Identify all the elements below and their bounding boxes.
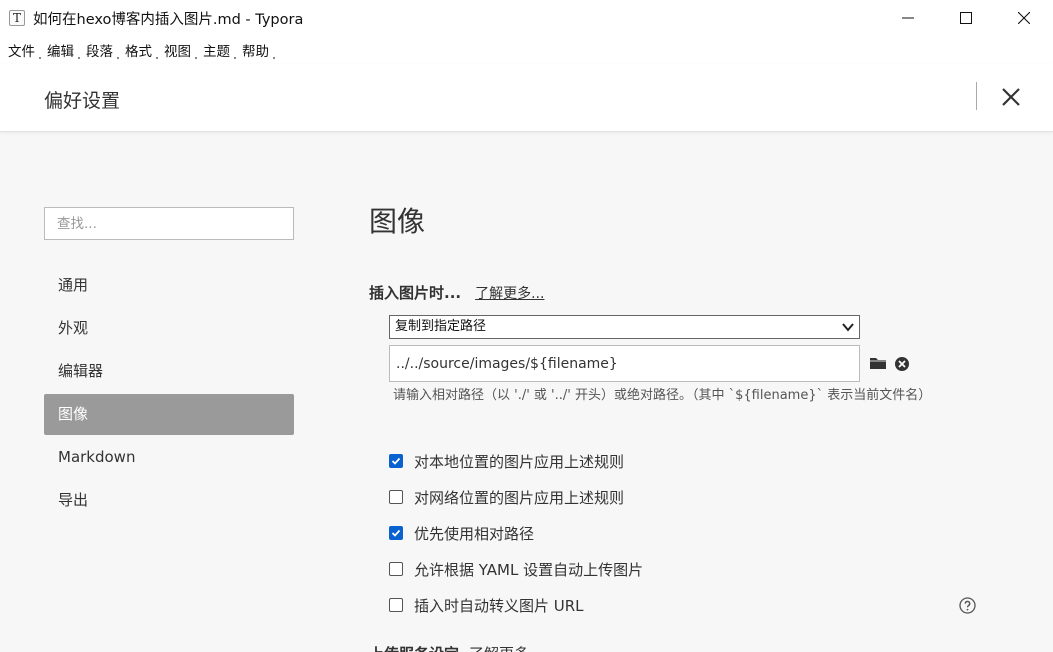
window-controls bbox=[879, 0, 1053, 36]
close-preferences-button[interactable] bbox=[996, 82, 1026, 112]
option-yaml-upload[interactable]: 允许根据 YAML 设置自动上传图片 bbox=[389, 551, 979, 587]
close-icon bbox=[1018, 12, 1030, 24]
option-escape-url[interactable]: 插入时自动转义图片 URL bbox=[389, 587, 979, 623]
menu-paragraph[interactable]: 段落 bbox=[86, 40, 119, 60]
nav-item-image[interactable]: 图像 bbox=[44, 394, 294, 435]
help-icon[interactable] bbox=[959, 597, 976, 614]
minimize-button[interactable] bbox=[879, 0, 937, 36]
learn-more-link[interactable]: 了解更多... bbox=[475, 283, 544, 303]
checkbox-unchecked[interactable] bbox=[389, 562, 403, 576]
option-relative-path[interactable]: 优先使用相对路径 bbox=[389, 515, 979, 551]
upload-service-title: 上传服务设定 bbox=[369, 643, 459, 652]
nav-item-markdown[interactable]: Markdown bbox=[44, 437, 294, 478]
image-options-list: 对本地位置的图片应用上述规则 对网络位置的图片应用上述规则 优先使用相对路径 允… bbox=[389, 443, 979, 623]
checkbox-checked[interactable] bbox=[389, 454, 403, 468]
insert-action-value: 复制到指定路径 bbox=[395, 319, 487, 334]
path-help-text: 请输入相对路径（以 './' 或 '../' 开头）或绝对路径。（其中 `${f… bbox=[393, 388, 932, 403]
option-label: 对本地位置的图片应用上述规则 bbox=[414, 452, 625, 471]
maximize-icon bbox=[960, 12, 972, 24]
nav-item-appearance[interactable]: 外观 bbox=[44, 308, 294, 349]
image-settings-panel: 图像 插入图片时... 了解更多... 复制到指定路径 请输入相对路径（以 '.… bbox=[369, 200, 989, 652]
header-divider bbox=[976, 82, 977, 110]
minimize-icon bbox=[902, 17, 914, 19]
preferences-header: 偏好设置 bbox=[0, 64, 1053, 132]
option-label: 优先使用相对路径 bbox=[414, 524, 535, 543]
title-bar: T 如何在hexo博客内插入图片.md - Typora bbox=[0, 0, 1053, 36]
folder-icon[interactable] bbox=[869, 355, 887, 371]
window-title: 如何在hexo博客内插入图片.md - Typora bbox=[33, 11, 304, 28]
upload-service-heading: 上传服务设定 了解更多 bbox=[369, 643, 529, 652]
option-local-images[interactable]: 对本地位置的图片应用上述规则 bbox=[389, 443, 979, 479]
menu-edit[interactable]: 编辑 bbox=[47, 40, 80, 60]
insert-image-row: 插入图片时... 了解更多... bbox=[369, 282, 544, 303]
upload-service-learn-more[interactable]: 了解更多 bbox=[469, 643, 529, 652]
insert-action-select[interactable]: 复制到指定路径 bbox=[389, 315, 860, 339]
nav-item-general[interactable]: 通用 bbox=[44, 265, 294, 306]
preferences-search-input[interactable] bbox=[44, 207, 294, 240]
close-window-button[interactable] bbox=[995, 0, 1053, 36]
maximize-button[interactable] bbox=[937, 0, 995, 36]
checkbox-unchecked[interactable] bbox=[389, 490, 403, 504]
checkbox-checked[interactable] bbox=[389, 526, 403, 540]
option-network-images[interactable]: 对网络位置的图片应用上述规则 bbox=[389, 479, 979, 515]
nav-item-editor[interactable]: 编辑器 bbox=[44, 351, 294, 392]
check-icon bbox=[391, 529, 401, 537]
chevron-down-icon bbox=[842, 323, 854, 332]
option-label: 对网络位置的图片应用上述规则 bbox=[414, 488, 625, 507]
menu-view[interactable]: 视图 bbox=[164, 40, 197, 60]
option-label: 插入时自动转义图片 URL bbox=[414, 596, 584, 615]
menu-file[interactable]: 文件 bbox=[8, 40, 41, 60]
preferences-nav: 通用 外观 编辑器 图像 Markdown 导出 bbox=[44, 265, 294, 523]
check-icon bbox=[391, 457, 401, 465]
menu-format[interactable]: 格式 bbox=[125, 40, 158, 60]
preferences-title: 偏好设置 bbox=[44, 90, 121, 112]
section-title: 图像 bbox=[369, 205, 426, 238]
close-icon bbox=[1002, 88, 1020, 106]
clear-path-icon[interactable] bbox=[894, 356, 910, 372]
nav-item-export[interactable]: 导出 bbox=[44, 480, 294, 521]
typora-app-icon: T bbox=[9, 10, 25, 26]
checkbox-unchecked[interactable] bbox=[389, 598, 403, 612]
option-label: 允许根据 YAML 设置自动上传图片 bbox=[414, 560, 644, 579]
menu-help[interactable]: 帮助 bbox=[242, 40, 275, 60]
insert-image-label: 插入图片时... bbox=[369, 284, 462, 302]
image-path-input[interactable] bbox=[389, 345, 860, 382]
menu-bar: 文件 编辑 段落 格式 视图 主题 帮助 bbox=[0, 36, 1053, 64]
menu-theme[interactable]: 主题 bbox=[203, 40, 236, 60]
